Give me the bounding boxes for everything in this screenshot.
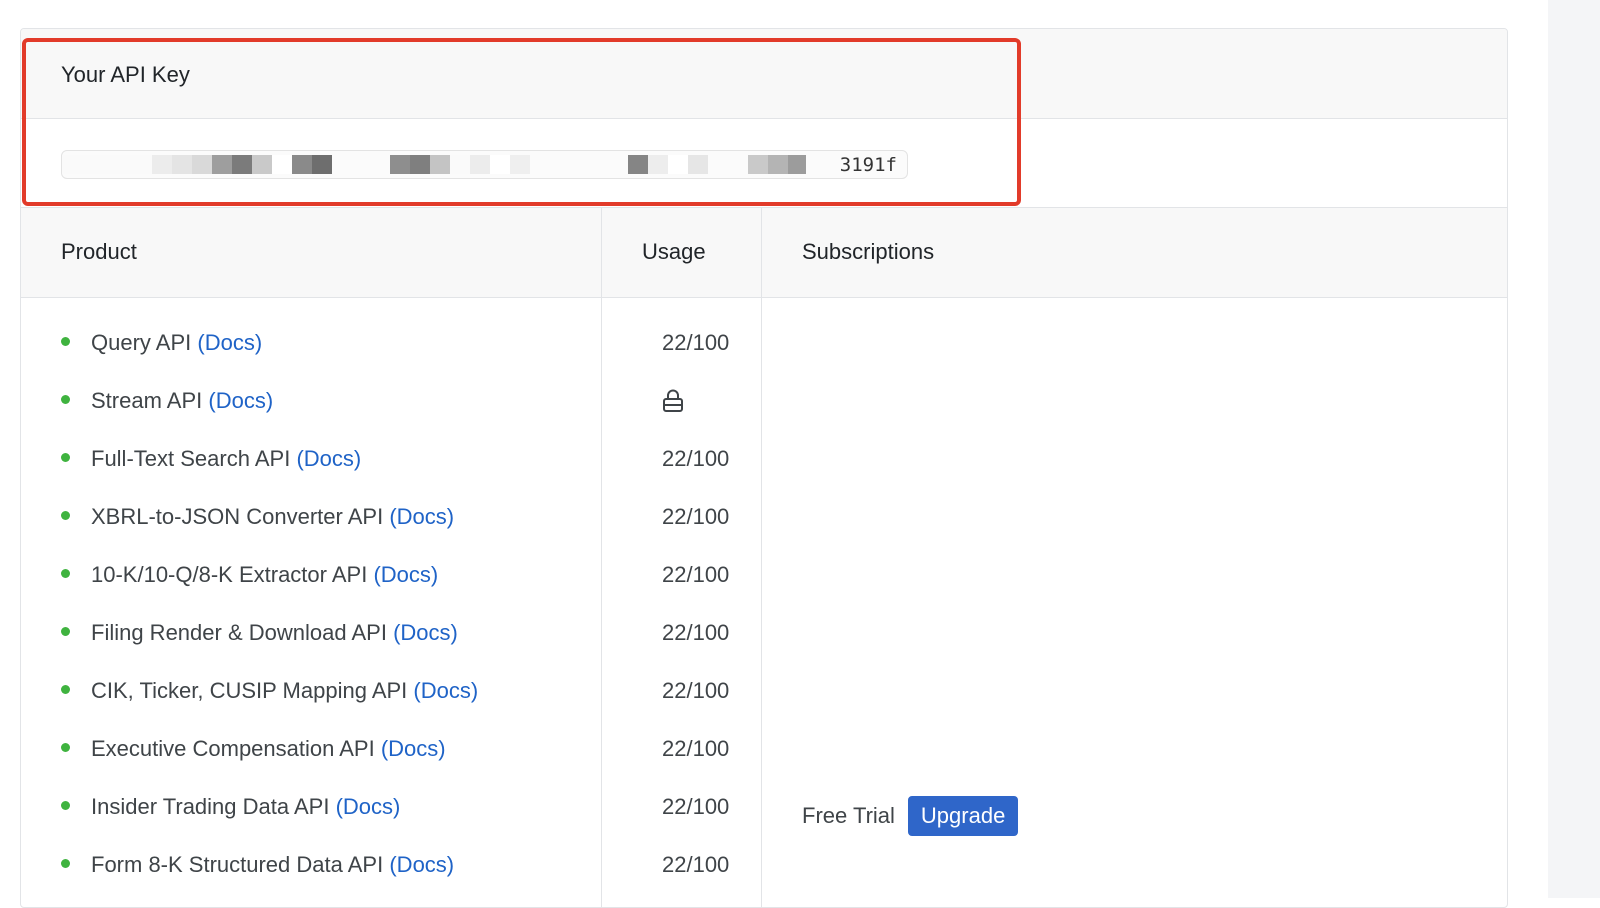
- green-dot-icon: [61, 859, 70, 868]
- usage-row: 22/100: [662, 414, 772, 472]
- product-row: Form 8-K Structured Data API (Docs): [61, 820, 601, 878]
- usage-value: 22/100: [662, 794, 730, 819]
- lock-icon: [663, 389, 683, 412]
- product-label: Query API (Docs): [91, 330, 262, 356]
- product-row: Full-Text Search API (Docs): [61, 414, 601, 472]
- product-name: 10-K/10-Q/8-K Extractor API: [91, 562, 368, 587]
- green-dot-icon: [61, 627, 70, 636]
- product-row: 10-K/10-Q/8-K Extractor API (Docs): [61, 530, 601, 588]
- usage-value: 22/100: [662, 562, 730, 587]
- green-dot-icon: [61, 743, 70, 752]
- docs-link[interactable]: (Docs): [296, 446, 361, 471]
- column-header-subscriptions: Subscriptions: [802, 239, 935, 264]
- docs-link[interactable]: (Docs): [389, 852, 454, 877]
- docs-link[interactable]: (Docs): [393, 620, 458, 645]
- api-key-card: Your API Key 3191f Product Usage Subscri…: [20, 28, 1508, 908]
- usage-row: 22/100: [662, 588, 772, 646]
- product-row: Executive Compensation API (Docs): [61, 704, 601, 762]
- usage-row: 22/100: [662, 646, 772, 704]
- product-label: Stream API (Docs): [91, 388, 273, 414]
- docs-link[interactable]: (Docs): [381, 736, 446, 761]
- usage-row: 22/100: [662, 530, 772, 588]
- green-dot-icon: [61, 801, 70, 810]
- product-label: Insider Trading Data API (Docs): [91, 794, 400, 820]
- product-label: XBRL-to-JSON Converter API (Docs): [91, 504, 454, 530]
- product-name: Filing Render & Download API: [91, 620, 387, 645]
- product-row: Insider Trading Data API (Docs): [61, 762, 601, 820]
- subscription-cell: Free Trial Upgrade: [802, 796, 1019, 836]
- green-dot-icon: [61, 395, 70, 404]
- usage-row: [662, 356, 772, 414]
- usage-value: 22/100: [662, 678, 730, 703]
- usage-row: 22/100: [662, 762, 772, 820]
- green-dot-icon: [61, 337, 70, 346]
- product-row: Query API (Docs): [61, 298, 601, 356]
- usage-row: 22/100: [662, 704, 772, 762]
- product-row: XBRL-to-JSON Converter API (Docs): [61, 472, 601, 530]
- product-name: Form 8-K Structured Data API: [91, 852, 384, 877]
- usage-row: 22/100: [662, 472, 772, 530]
- product-name: XBRL-to-JSON Converter API: [91, 504, 384, 529]
- product-row: Stream API (Docs): [61, 356, 601, 414]
- product-name: Full-Text Search API: [91, 446, 291, 471]
- usage-row: 22/100: [662, 298, 772, 356]
- usage-value: 22/100: [662, 504, 730, 529]
- product-list: Query API (Docs) Stream API (Docs) Full-Te…: [61, 298, 601, 878]
- product-name: Insider Trading Data API: [91, 794, 330, 819]
- product-label: CIK, Ticker, CUSIP Mapping API (Docs): [91, 678, 478, 704]
- docs-link[interactable]: (Docs): [413, 678, 478, 703]
- product-label: 10-K/10-Q/8-K Extractor API (Docs): [91, 562, 438, 588]
- usage-value: 22/100: [662, 620, 730, 645]
- docs-link[interactable]: (Docs): [197, 330, 262, 355]
- docs-link[interactable]: (Docs): [373, 562, 438, 587]
- product-name: Executive Compensation API: [91, 736, 375, 761]
- usage-row: 22/100: [662, 820, 772, 878]
- product-name: CIK, Ticker, CUSIP Mapping API: [91, 678, 408, 703]
- api-key-title: Your API Key: [61, 62, 190, 87]
- docs-link[interactable]: (Docs): [208, 388, 273, 413]
- usage-value: 22/100: [662, 446, 730, 471]
- docs-link[interactable]: (Docs): [389, 504, 454, 529]
- column-divider-usage: [601, 208, 602, 907]
- api-key-header: Your API Key: [21, 29, 1507, 119]
- products-table-header: Product Usage Subscriptions: [21, 208, 1507, 298]
- usage-value: 22/100: [662, 330, 730, 355]
- product-label: Executive Compensation API (Docs): [91, 736, 446, 762]
- subscription-plan: Free Trial: [802, 803, 895, 828]
- usage-list: 22/100 22/100 22/100 22/100 22/100 22/100 22/1…: [662, 298, 772, 878]
- green-dot-icon: [61, 511, 70, 520]
- page-scrollbar[interactable]: [1548, 0, 1600, 898]
- product-label: Full-Text Search API (Docs): [91, 446, 361, 472]
- column-header-usage: Usage: [642, 239, 706, 264]
- product-row: Filing Render & Download API (Docs): [61, 588, 601, 646]
- api-key-field[interactable]: 3191f: [61, 150, 908, 179]
- green-dot-icon: [61, 569, 70, 578]
- usage-value: 22/100: [662, 852, 730, 877]
- product-name: Query API: [91, 330, 192, 355]
- api-key-body: 3191f: [21, 119, 1507, 208]
- usage-value: 22/100: [662, 736, 730, 761]
- product-name: Stream API: [91, 388, 203, 413]
- column-header-product: Product: [61, 239, 137, 264]
- docs-link[interactable]: (Docs): [336, 794, 401, 819]
- green-dot-icon: [61, 685, 70, 694]
- green-dot-icon: [61, 453, 70, 462]
- upgrade-button[interactable]: Upgrade: [907, 796, 1019, 836]
- api-key-redaction: [62, 151, 842, 178]
- product-row: CIK, Ticker, CUSIP Mapping API (Docs): [61, 646, 601, 704]
- api-key-suffix: 3191f: [839, 154, 897, 176]
- product-label: Form 8-K Structured Data API (Docs): [91, 852, 454, 878]
- product-label: Filing Render & Download API (Docs): [91, 620, 458, 646]
